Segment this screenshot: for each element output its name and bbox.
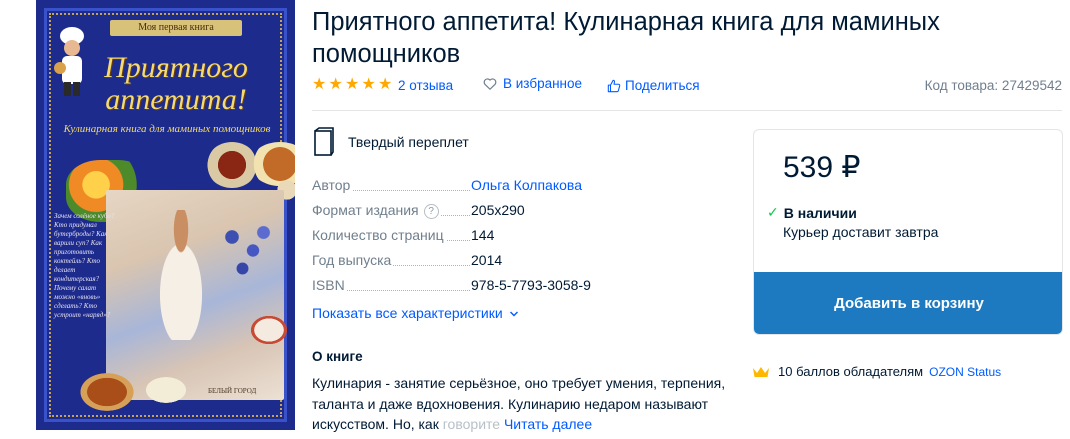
read-more-link[interactable]: Читать далее <box>504 416 592 432</box>
cover-girl-illustration <box>146 210 216 340</box>
chevron-down-icon <box>509 311 518 317</box>
spec-label: ISBN <box>312 277 347 302</box>
about-fade: говорите <box>442 416 501 432</box>
cover-publisher: БЕЛЫЙ ГОРОД <box>208 387 257 395</box>
stock-status: ✓ В наличии <box>767 204 857 221</box>
star-icon: ★ <box>378 76 393 93</box>
share-button[interactable]: Поделиться <box>607 78 700 93</box>
spec-label: Формат издания? <box>312 202 441 227</box>
cover-series: Моя первая книга <box>110 20 242 36</box>
binding-label: Твердый переплет <box>348 134 469 150</box>
heart-icon <box>483 77 497 90</box>
cover-questions: Зачем солёное кубо? Кто придумал бутербр… <box>54 212 115 319</box>
cover-cake-illustration <box>246 312 292 348</box>
cover-subtitle: Кулинарная книга для маминых помощников <box>63 123 271 135</box>
help-icon[interactable]: ? <box>423 204 439 219</box>
stock-label: В наличии <box>783 204 857 221</box>
crown-icon <box>753 366 769 377</box>
delivery-info: Курьер доставит завтра <box>783 224 939 240</box>
book-icon <box>314 127 334 156</box>
specs-list: Автор Ольга Колпакова Формат издания? 20… <box>312 177 602 302</box>
spec-row: Автор Ольга Колпакова <box>312 177 602 202</box>
spec-label: Количество страниц <box>312 227 446 252</box>
favorite-label: В избранное <box>503 76 583 91</box>
cover-title: Приятного аппетита! <box>104 51 248 116</box>
cover-dish-illustration <box>138 372 194 408</box>
product-sku: Код товара: 27429542 <box>924 78 1062 93</box>
offer-card: 539 ₽ ✓ В наличии Курьер доставит завтра… <box>753 129 1063 335</box>
about-title: О книге <box>312 349 363 364</box>
about-text: Кулинария - занятие серьёзное, оно требу… <box>312 373 732 435</box>
price: 539 ₽ <box>783 151 861 184</box>
show-all-label: Показать все характеристики <box>312 305 503 321</box>
reviews-link[interactable]: 2 отзыва <box>398 78 453 93</box>
show-all-specs-link[interactable]: Показать все характеристики <box>312 305 519 321</box>
spec-row: Формат издания? 205x290 <box>312 202 602 227</box>
share-label: Поделиться <box>625 78 700 93</box>
spec-value: 205x290 <box>471 202 525 218</box>
spec-value: 978-5-7793-3058-9 <box>471 277 591 293</box>
check-icon: ✓ <box>767 204 779 220</box>
author-link[interactable]: Ольга Колпакова <box>471 177 582 193</box>
thumb-up-icon <box>607 79 621 92</box>
cover-roast-illustration <box>76 370 138 414</box>
spec-label-text: Формат издания <box>312 202 419 218</box>
star-icon: ★ <box>345 76 360 93</box>
points-text: 10 баллов обладателям <box>778 364 924 379</box>
spec-row: Количество страниц 144 <box>312 227 602 252</box>
spec-row: ISBN 978-5-7793-3058-9 <box>312 277 602 302</box>
spec-value: 2014 <box>471 252 503 268</box>
spec-value: 144 <box>471 227 495 243</box>
status-points: 10 баллов обладателям OZON Status <box>752 364 1001 379</box>
star-icon: ★ <box>361 76 376 93</box>
rating-stars[interactable]: ★ ★ ★ ★ ★ <box>312 77 395 93</box>
product-meta-row: ★ ★ ★ ★ ★ 2 отзыва В избранное Поделитьс… <box>312 76 1064 96</box>
favorite-button[interactable]: В избранное <box>483 76 582 91</box>
add-to-cart-button[interactable]: Добавить в корзину <box>754 272 1062 334</box>
product-cover-image[interactable]: Моя первая книга Приятного аппетита! Кул… <box>36 0 295 430</box>
spec-row: Год выпуска 2014 <box>312 252 602 277</box>
star-icon: ★ <box>312 76 327 93</box>
cover-flowers-illustration <box>211 210 281 300</box>
spec-label: Автор <box>312 177 353 202</box>
spec-label: Год выпуска <box>312 252 394 277</box>
ozon-status-link[interactable]: OZON Status <box>929 365 1001 379</box>
star-icon: ★ <box>328 76 343 93</box>
header-divider <box>312 110 1062 111</box>
binding-option[interactable]: Твердый переплет <box>312 127 469 157</box>
product-title: Приятного аппетита! Кулинарная книга для… <box>312 8 940 68</box>
